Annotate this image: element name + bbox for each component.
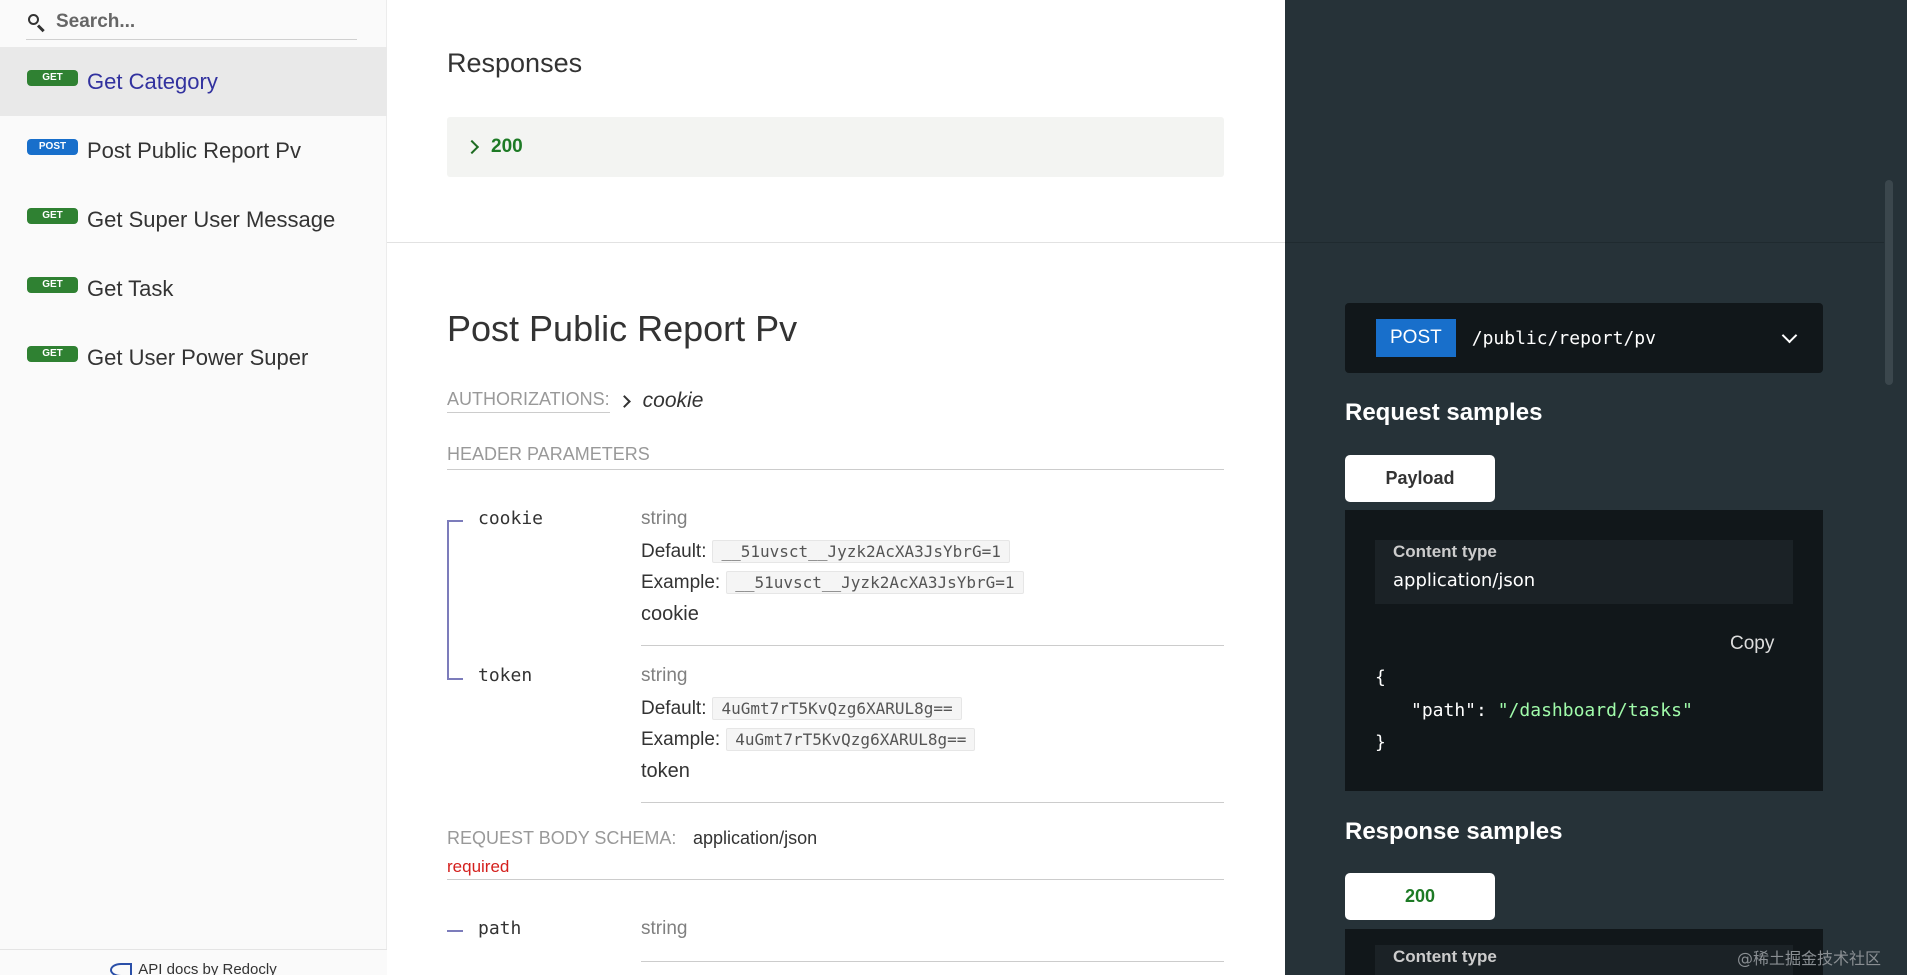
get-method-badge: GET xyxy=(27,207,78,224)
param-description: token xyxy=(641,760,690,782)
request-body-content-type: application/json xyxy=(693,828,818,848)
param-type: string xyxy=(641,508,688,529)
response-code: 200 xyxy=(491,136,523,157)
sidebar-item-label: Post Public Report Pv xyxy=(87,137,301,163)
param-name-cookie: cookie xyxy=(478,508,544,529)
authorization-value: cookie xyxy=(642,389,704,412)
redocly-logo-icon xyxy=(110,962,133,975)
response-samples-heading: Response samples xyxy=(1345,818,1563,845)
request-sample-panel: Content type application/json Copy { "pa… xyxy=(1345,510,1823,791)
json-string-value: "/dashboard/tasks" xyxy=(1497,700,1693,721)
code-brace-close: } xyxy=(1375,732,1386,753)
response-200-toggle[interactable]: 200 xyxy=(447,117,1224,177)
main-content: Responses 200 Post Public Report Pv AUTH… xyxy=(387,0,1285,975)
param-name-token: token xyxy=(478,665,533,686)
param-tree-line xyxy=(447,520,449,680)
sidebar-item-label: Get Category xyxy=(87,68,218,94)
param-name-path: path xyxy=(478,918,522,939)
chevron-down-icon xyxy=(1781,327,1798,343)
right-code-panel: POST /public/report/pv Request samples P… xyxy=(1285,0,1907,975)
get-method-badge: GET xyxy=(27,276,78,293)
tab-payload[interactable]: Payload xyxy=(1345,455,1495,502)
param-divider xyxy=(641,802,1224,803)
request-body-schema-label: REQUEST BODY SCHEMA: xyxy=(447,828,677,848)
example-label: Example: xyxy=(641,571,721,593)
search-input[interactable] xyxy=(56,10,336,33)
code-line-path: "path": "/dashboard/tasks" xyxy=(1411,700,1693,721)
search-icon xyxy=(26,11,48,33)
param-tree-tick xyxy=(447,678,463,680)
sidebar-item-get-category[interactable]: GET Get Category xyxy=(0,47,387,116)
search-bar xyxy=(26,4,357,40)
footer-text: API docs by Redocly xyxy=(138,961,277,975)
example-label: Example: xyxy=(641,728,721,750)
default-value: __51uvsct__Jyzk2AcXA3JsYbrG=1 xyxy=(712,540,1010,563)
example-value: __51uvsct__Jyzk2AcXA3JsYbrG=1 xyxy=(726,571,1024,594)
endpoint-dropdown[interactable]: POST /public/report/pv xyxy=(1345,303,1823,373)
sidebar-item-get-super-user-message[interactable]: GET Get Super User Message xyxy=(0,185,387,254)
default-label: Default: xyxy=(641,540,707,562)
code-brace-open: { xyxy=(1375,667,1386,688)
post-method-badge: POST xyxy=(27,138,78,155)
sidebar-item-get-user-power-super[interactable]: GET Get User Power Super xyxy=(0,323,387,392)
example-value: 4uGmt7rT5KvQzg6XARUL8g== xyxy=(726,728,976,751)
section-underline xyxy=(447,879,1224,880)
post-method-badge: POST xyxy=(1376,319,1456,357)
redocly-footer-link[interactable]: API docs by Redocly xyxy=(0,949,387,975)
json-colon: : xyxy=(1476,700,1498,721)
param-tree-tick xyxy=(447,930,463,932)
param-divider xyxy=(641,961,1224,962)
param-example-row: Example: __51uvsct__Jyzk2AcXA3JsYbrG=1 xyxy=(641,571,1024,594)
default-label: Default: xyxy=(641,697,707,719)
content-type-value: application/json xyxy=(1393,570,1536,591)
content-type-box: Content type application/json xyxy=(1375,540,1793,604)
param-type: string xyxy=(641,665,688,686)
tab-response-200[interactable]: 200 xyxy=(1345,873,1495,920)
default-value: 4uGmt7rT5KvQzg6XARUL8g== xyxy=(712,697,962,720)
param-divider xyxy=(641,645,1224,646)
sidebar-item-post-public-report-pv[interactable]: POST Post Public Report Pv xyxy=(0,116,387,185)
authorizations-label: AUTHORIZATIONS: xyxy=(447,389,610,413)
section-divider xyxy=(387,242,1285,243)
scrollbar-track[interactable] xyxy=(1884,0,1907,975)
header-parameters-label: HEADER PARAMETERS xyxy=(447,444,650,464)
sidebar-item-label: Get User Power Super xyxy=(87,344,309,370)
sidebar: GET Get Category POST Post Public Report… xyxy=(0,0,387,975)
get-method-badge: GET xyxy=(27,345,78,362)
sidebar-item-get-task[interactable]: GET Get Task xyxy=(0,254,387,323)
scrollbar-thumb[interactable] xyxy=(1885,180,1893,385)
param-default-row: Default: 4uGmt7rT5KvQzg6XARUL8g== xyxy=(641,697,962,720)
param-description: cookie xyxy=(641,603,699,625)
required-label: required xyxy=(447,857,510,876)
content-type-box: Content type xyxy=(1375,945,1793,975)
sidebar-item-label: Get Super User Message xyxy=(87,206,336,232)
chevron-right-icon xyxy=(617,394,631,408)
param-default-row: Default: __51uvsct__Jyzk2AcXA3JsYbrG=1 xyxy=(641,540,1010,563)
content-type-label: Content type xyxy=(1393,542,1497,561)
responses-heading: Responses xyxy=(447,48,583,78)
request-samples-heading: Request samples xyxy=(1345,399,1543,426)
chevron-right-icon xyxy=(464,139,480,155)
operation-title: Post Public Report Pv xyxy=(447,308,798,349)
json-key: "path" xyxy=(1411,700,1477,721)
section-divider xyxy=(1285,242,1907,243)
get-method-badge: GET xyxy=(27,69,78,86)
param-example-row: Example: 4uGmt7rT5KvQzg6XARUL8g== xyxy=(641,728,976,751)
section-underline xyxy=(447,469,1224,470)
sidebar-item-label: Get Task xyxy=(87,275,174,301)
endpoint-path: /public/report/pv xyxy=(1471,327,1656,349)
watermark: @稀土掘金技术社区 xyxy=(1737,949,1882,968)
content-type-label: Content type xyxy=(1393,947,1497,966)
authorizations-row[interactable]: AUTHORIZATIONS: cookie xyxy=(447,389,703,413)
copy-button[interactable]: Copy xyxy=(1730,633,1774,655)
param-type: string xyxy=(641,918,688,939)
param-tree-tick xyxy=(447,520,463,522)
